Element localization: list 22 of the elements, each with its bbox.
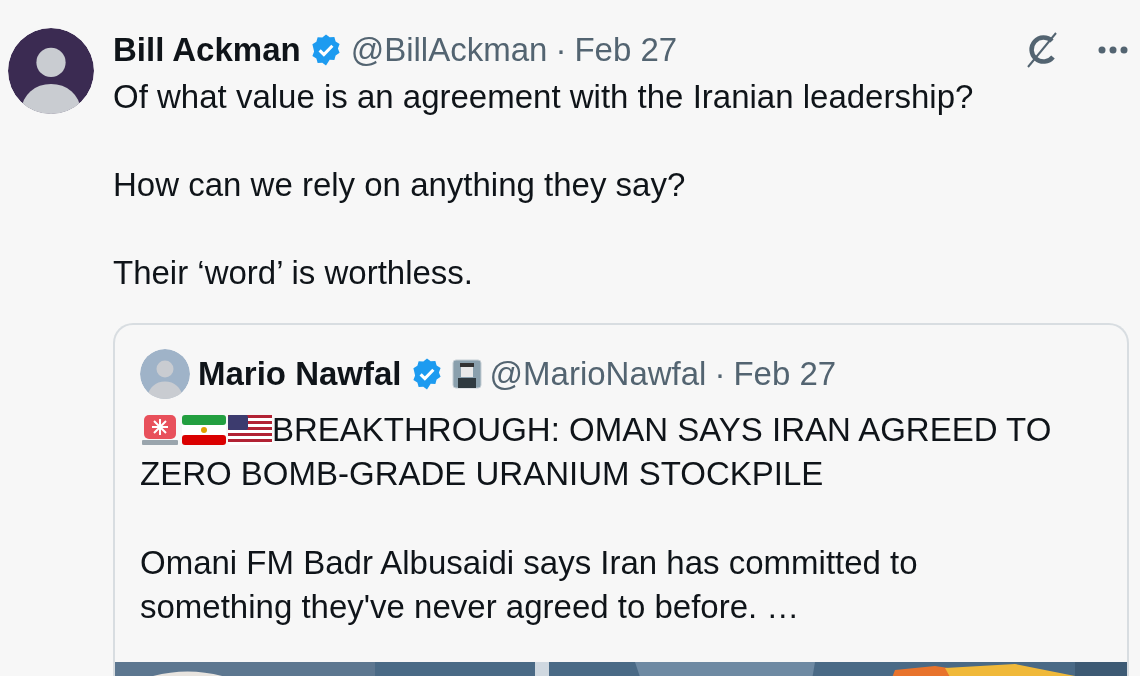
author-name[interactable]: Bill Ackman bbox=[113, 25, 301, 75]
quoted-post-text: something they've never agreed to before. … bbox=[140, 587, 800, 627]
post-text: How can we rely on anything they say? bbox=[113, 165, 687, 205]
quoted-post-text: Omani FM Badr Albusaidi says Iran has committed to bbox=[140, 543, 918, 583]
us-flag-icon bbox=[228, 415, 272, 445]
post-date[interactable]: Feb 27 bbox=[733, 349, 837, 399]
more-icon[interactable] bbox=[1098, 46, 1128, 54]
author-handle[interactable]: @MarioNawfal bbox=[489, 349, 707, 399]
siren-icon bbox=[140, 414, 180, 446]
post-date[interactable]: Feb 27 bbox=[574, 25, 678, 75]
quoted-post-card[interactable] bbox=[113, 323, 1129, 676]
author-handle[interactable]: @BillAckman bbox=[350, 25, 548, 75]
post-text: Of what value is an agreement with the Iranian leadership? bbox=[113, 77, 975, 117]
quoted-post-text: ZERO BOMB-GRADE URANIUM STOCKPILE bbox=[140, 454, 824, 494]
quoted-post-text: BREAKTHROUGH: OMAN SAYS IRAN AGREED TO bbox=[272, 410, 1052, 450]
avatar[interactable] bbox=[8, 28, 94, 114]
post-text: Their ‘word’ is worthless. bbox=[113, 253, 475, 293]
separator-dot: · bbox=[714, 354, 726, 395]
author-name[interactable]: Mario Nawfal bbox=[198, 349, 402, 399]
iran-flag-icon bbox=[182, 415, 226, 445]
profile-label-icon bbox=[451, 359, 482, 389]
separator-dot: · bbox=[555, 30, 567, 71]
